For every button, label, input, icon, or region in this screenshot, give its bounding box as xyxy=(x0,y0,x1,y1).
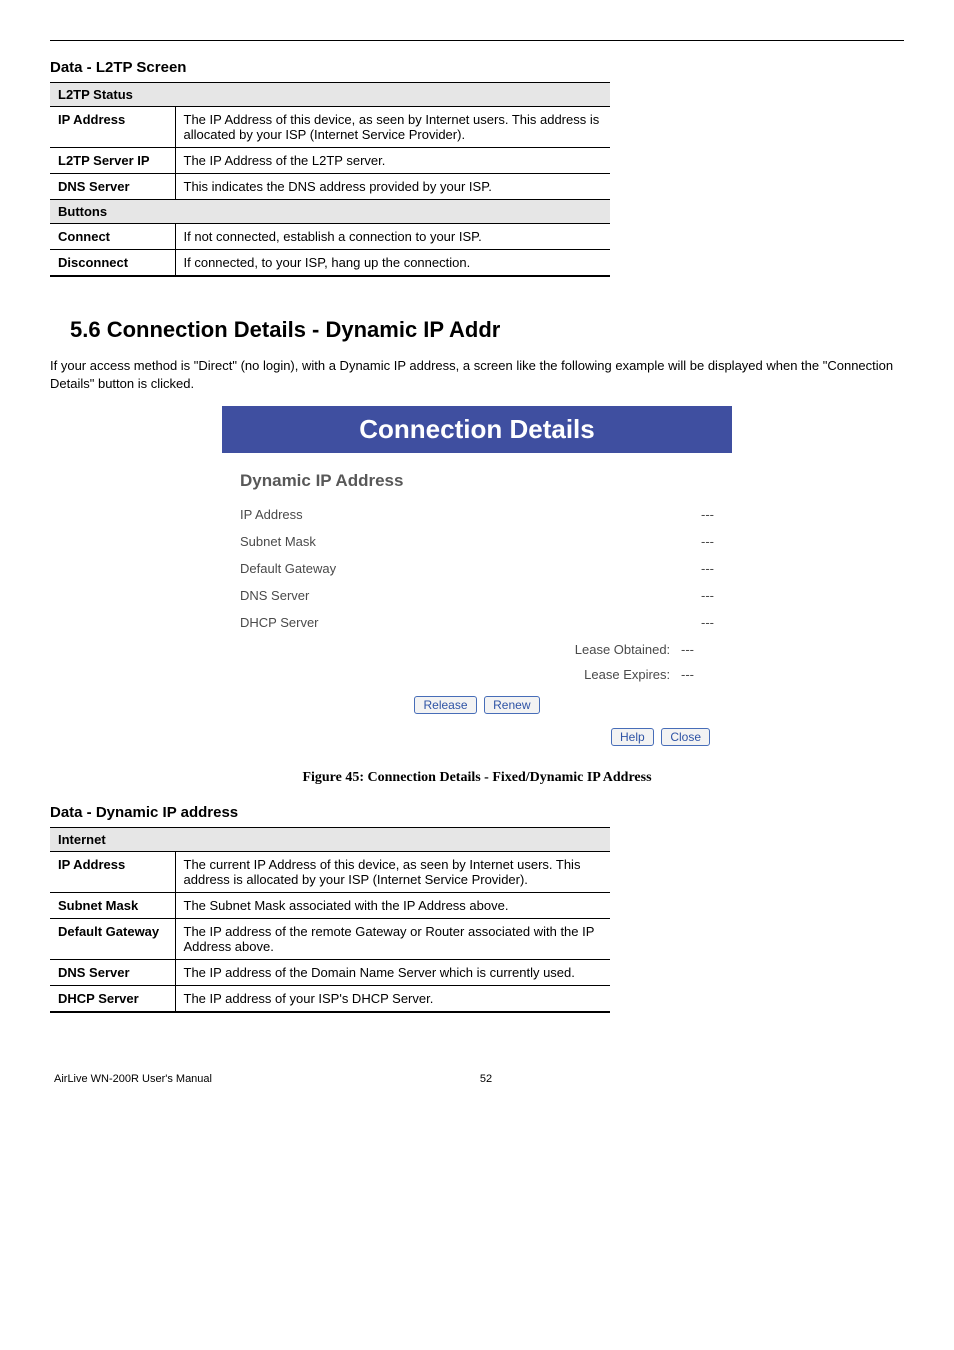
page-footer: AirLive WN-200R User's Manual 52 xyxy=(50,1073,904,1085)
row-subnet-mask-label: Subnet Mask xyxy=(240,534,316,549)
footer-page-number: 52 xyxy=(72,1073,900,1085)
dynamic-ip-data-heading: Data - Dynamic IP address xyxy=(50,804,904,821)
row-dhcp-server-value: --- xyxy=(701,615,714,630)
row-dns-server-value: --- xyxy=(701,588,714,603)
section-5-6-heading: 5.6 Connection Details - Dynamic IP Addr xyxy=(70,317,904,343)
l2tp-table: L2TP Status IP Address The IP Address of… xyxy=(50,82,610,277)
intro-paragraph: If your access method is "Direct" (no lo… xyxy=(50,357,904,392)
panel-subtitle: Dynamic IP Address xyxy=(240,471,714,491)
dynamic-ip-table: Internet IP Address The current IP Addre… xyxy=(50,827,610,1013)
row-subnet-mask-value: --- xyxy=(701,534,714,549)
l2tp-server-ip-text: The IP Address of the L2TP server. xyxy=(175,148,610,174)
figure-caption: Figure 45: Connection Details - Fixed/Dy… xyxy=(50,770,904,786)
l2tp-status-header: L2TP Status xyxy=(50,83,610,107)
lease-expires-value: --- xyxy=(681,667,694,682)
l2tp-data-heading: Data - L2TP Screen xyxy=(50,59,904,76)
row-dns-server: DNS Server --- xyxy=(240,588,714,603)
l2tp-connect-label: Connect xyxy=(50,224,175,250)
row-default-gateway-label: Default Gateway xyxy=(240,561,336,576)
dyn-subnet-mask-text: The Subnet Mask associated with the IP A… xyxy=(175,893,610,919)
dyn-ip-address-text: The current IP Address of this device, a… xyxy=(175,852,610,893)
dyn-dhcp-server-text: The IP address of your ISP's DHCP Server… xyxy=(175,986,610,1013)
row-ip-address-label: IP Address xyxy=(240,507,303,522)
l2tp-connect-text: If not connected, establish a connection… xyxy=(175,224,610,250)
lease-obtained-label: Lease Obtained: xyxy=(575,642,670,657)
l2tp-dns-server-text: This indicates the DNS address provided … xyxy=(175,174,610,200)
row-ip-address-value: --- xyxy=(701,507,714,522)
dyn-default-gateway-label: Default Gateway xyxy=(50,919,175,960)
l2tp-disconnect-label: Disconnect xyxy=(50,250,175,277)
l2tp-ip-address-label: IP Address xyxy=(50,107,175,148)
dyn-default-gateway-text: The IP address of the remote Gateway or … xyxy=(175,919,610,960)
row-default-gateway: Default Gateway --- xyxy=(240,561,714,576)
row-dns-server-label: DNS Server xyxy=(240,588,309,603)
l2tp-buttons-header: Buttons xyxy=(50,200,610,224)
close-button[interactable]: Close xyxy=(661,728,710,746)
lease-expires-label: Lease Expires: xyxy=(584,667,670,682)
row-dhcp-server-label: DHCP Server xyxy=(240,615,319,630)
dyn-dhcp-server-label: DHCP Server xyxy=(50,986,175,1013)
help-button[interactable]: Help xyxy=(611,728,654,746)
panel-title: Connection Details xyxy=(222,406,732,453)
l2tp-dns-server-label: DNS Server xyxy=(50,174,175,200)
lease-obtained-value: --- xyxy=(681,642,694,657)
dyn-dns-server-text: The IP address of the Domain Name Server… xyxy=(175,960,610,986)
internet-header: Internet xyxy=(50,828,610,852)
dyn-ip-address-label: IP Address xyxy=(50,852,175,893)
page-top-rule xyxy=(50,40,904,41)
connection-details-panel: Connection Details Dynamic IP Address IP… xyxy=(222,406,732,756)
release-button[interactable]: Release xyxy=(414,696,476,714)
dyn-dns-server-label: DNS Server xyxy=(50,960,175,986)
renew-button[interactable]: Renew xyxy=(484,696,539,714)
row-dhcp-server: DHCP Server --- xyxy=(240,615,714,630)
l2tp-server-ip-label: L2TP Server IP xyxy=(50,148,175,174)
row-ip-address: IP Address --- xyxy=(240,507,714,522)
l2tp-disconnect-text: If connected, to your ISP, hang up the c… xyxy=(175,250,610,277)
row-default-gateway-value: --- xyxy=(701,561,714,576)
row-subnet-mask: Subnet Mask --- xyxy=(240,534,714,549)
dyn-subnet-mask-label: Subnet Mask xyxy=(50,893,175,919)
l2tp-ip-address-text: The IP Address of this device, as seen b… xyxy=(175,107,610,148)
